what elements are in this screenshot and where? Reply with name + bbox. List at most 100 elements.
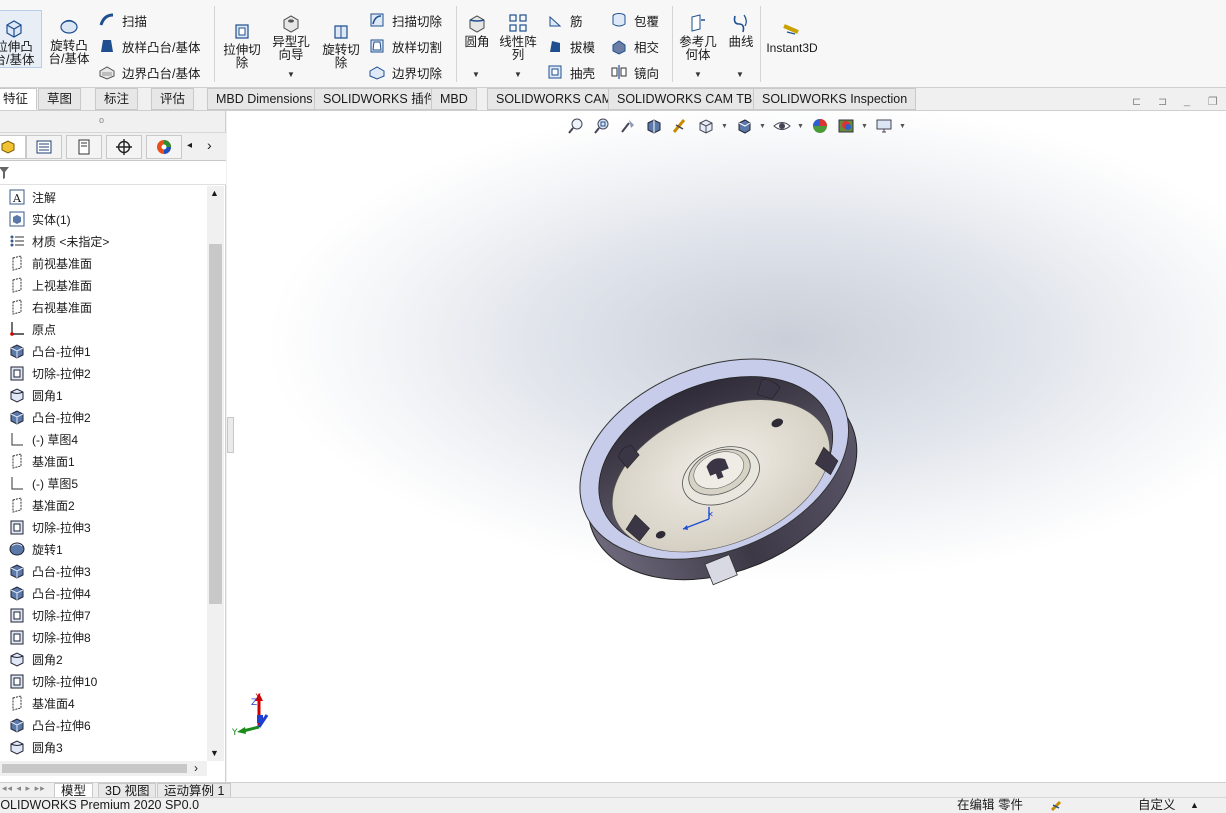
zoom-to-area-button[interactable] <box>591 116 613 136</box>
tree-item[interactable]: 圆角3 <box>8 737 63 757</box>
swept-cut-button[interactable]: 扫描切除 <box>368 10 442 30</box>
filter-icon[interactable] <box>0 166 10 180</box>
wrap-button[interactable]: 包覆 <box>610 10 659 30</box>
scroll-down-icon[interactable]: ▼ <box>210 748 219 758</box>
tree-item[interactable]: 凸台-拉伸1 <box>8 341 91 361</box>
edit-appearance-button[interactable] <box>809 116 831 136</box>
panel-collapse-handle[interactable] <box>227 417 234 453</box>
feature-tree-vertical-scrollbar[interactable]: ▲ ▼ <box>207 186 224 761</box>
rib-button[interactable]: 筋 <box>546 10 583 30</box>
previous-view-button[interactable] <box>617 116 639 136</box>
tab-solidworks-cam-tbm[interactable]: SOLIDWORKS CAM TBM <box>608 88 772 110</box>
tabs-scroll-right-icon[interactable]: › <box>207 137 212 153</box>
tab-evaluate[interactable]: 评估 <box>151 88 195 110</box>
tab-3d-views[interactable]: 3D 视图 <box>98 783 157 798</box>
tree-item[interactable]: 基准面1 <box>8 451 75 471</box>
horizontal-scroll-thumb[interactable] <box>2 764 187 773</box>
tab-solidworks-cam[interactable]: SOLIDWORKS CAM <box>487 88 621 110</box>
curves-dropdown-icon[interactable]: ▼ <box>736 70 744 79</box>
hole-wizard-dropdown-icon[interactable]: ▼ <box>287 70 295 79</box>
tab-mbd-dimensions[interactable]: MBD Dimensions <box>207 88 322 110</box>
configuration-manager-tab[interactable] <box>66 135 102 159</box>
tree-item[interactable]: (-) 草图4 <box>8 429 78 449</box>
tabs-scroll-left-icon[interactable]: ◂ <box>187 140 192 151</box>
tile-left-icon[interactable]: ⊏ <box>1132 95 1141 108</box>
view-orientation-dropdown-icon[interactable]: ▼ <box>721 123 729 130</box>
reference-geometry-button[interactable]: 参考几 何体 <box>676 12 720 62</box>
tree-item[interactable]: 圆角1 <box>8 385 63 405</box>
tree-item[interactable]: 基准面4 <box>8 693 75 713</box>
tree-item[interactable]: (-) 草图5 <box>8 473 78 493</box>
tab-solidworks-addins[interactable]: SOLIDWORKS 插件 <box>314 88 446 110</box>
tree-item[interactable]: 基准面2 <box>8 495 75 515</box>
linear-pattern-button[interactable]: 线性阵 列 <box>496 12 540 62</box>
intersect-button[interactable]: 相交 <box>610 36 659 56</box>
revolve-cut-button[interactable]: 旋转切 除 <box>318 20 364 70</box>
scroll-right-icon[interactable]: › <box>194 761 198 775</box>
tab-sketch[interactable]: 草图 <box>38 88 82 110</box>
tab-navigation-icon[interactable]: ◂◂ ◂ ▸ ▸▸ <box>2 783 46 794</box>
tree-item[interactable]: 材质 <未指定> <box>8 231 109 251</box>
restore-icon[interactable]: ❐ <box>1208 95 1218 108</box>
zoom-to-fit-button[interactable] <box>565 116 587 136</box>
fillet-dropdown-icon[interactable]: ▼ <box>472 70 480 79</box>
lofted-cut-button[interactable]: 放样切割 <box>368 36 442 56</box>
apply-scene-dropdown-icon[interactable]: ▼ <box>861 123 869 130</box>
tree-item[interactable]: 凸台-拉伸4 <box>8 583 91 603</box>
sweep-button[interactable]: 扫描 <box>98 10 147 30</box>
part-model[interactable]: ✕ <box>567 331 867 591</box>
tree-item[interactable]: 凸台-拉伸2 <box>8 407 91 427</box>
view-settings-button[interactable] <box>873 116 895 136</box>
extrude-boss-button[interactable]: 拉伸凸 台/基体 <box>0 10 42 68</box>
display-manager-tab[interactable] <box>146 135 182 159</box>
tab-features[interactable]: 特征 <box>0 88 38 110</box>
hide-show-dropdown-icon[interactable]: ▼ <box>797 123 805 130</box>
minimize-icon[interactable]: _ <box>1184 95 1190 107</box>
tree-item[interactable]: 切除-拉伸8 <box>8 627 91 647</box>
hole-wizard-button[interactable]: 异型孔 向导 <box>268 12 314 62</box>
tab-mbd[interactable]: MBD <box>431 88 477 110</box>
fillet-button[interactable]: 圆角 <box>460 12 494 49</box>
reference-geometry-dropdown-icon[interactable]: ▼ <box>694 70 702 79</box>
tree-item[interactable]: 凸台-拉伸3 <box>8 561 91 581</box>
tree-item[interactable]: 切除-拉伸7 <box>8 605 91 625</box>
tree-item[interactable]: 原点 <box>8 319 56 339</box>
tree-item[interactable]: 凸台-拉伸6 <box>8 715 91 735</box>
vertical-scroll-thumb[interactable] <box>209 244 222 604</box>
tree-item[interactable]: 圆角2 <box>8 649 63 669</box>
dynamic-annotation-button[interactable] <box>669 116 691 136</box>
tile-right-icon[interactable]: ⊐ <box>1158 95 1167 108</box>
mirror-button[interactable]: 镜向 <box>610 62 659 82</box>
display-style-dropdown-icon[interactable]: ▼ <box>759 123 767 130</box>
curves-button[interactable]: 曲线 <box>724 12 758 49</box>
graphics-area[interactable]: ▼ ▼ ▼ ▼ ▼ ✕ X Y Z <box>227 111 1226 782</box>
display-style-button[interactable] <box>733 116 755 136</box>
tab-model[interactable]: 模型 <box>54 783 94 798</box>
tab-markup[interactable]: 标注 <box>95 88 139 110</box>
apply-scene-button[interactable] <box>835 116 857 136</box>
linear-pattern-dropdown-icon[interactable]: ▼ <box>514 70 522 79</box>
tab-motion-study-1[interactable]: 运动算例 1 <box>157 783 232 798</box>
tree-item[interactable]: 切除-拉伸10 <box>8 671 97 691</box>
scroll-up-icon[interactable]: ▲ <box>210 188 219 198</box>
view-orientation-button[interactable] <box>695 116 717 136</box>
tree-item[interactable]: 前视基准面 <box>8 253 92 273</box>
draft-button[interactable]: 拔模 <box>546 36 595 56</box>
tree-item[interactable]: 右视基准面 <box>8 297 92 317</box>
tree-filter-row[interactable] <box>0 161 226 185</box>
feature-manager-tab[interactable] <box>0 135 26 159</box>
dimxpert-manager-tab[interactable] <box>106 135 142 159</box>
instant3d-button[interactable]: Instant3D <box>764 18 820 55</box>
hide-show-items-button[interactable] <box>771 116 793 136</box>
tree-item[interactable]: 上视基准面 <box>8 275 92 295</box>
tab-solidworks-inspection[interactable]: SOLIDWORKS Inspection <box>753 88 917 110</box>
boundary-cut-button[interactable]: 边界切除 <box>368 62 442 82</box>
panel-grip-icon[interactable]: o <box>99 115 104 125</box>
unit-system-selector[interactable]: 自定义 <box>1138 798 1176 813</box>
loft-button[interactable]: 放样凸台/基体 <box>98 36 200 56</box>
tree-item[interactable]: A 注解 <box>8 187 56 207</box>
rebuild-icon[interactable] <box>1050 799 1064 812</box>
section-view-button[interactable] <box>643 116 665 136</box>
revolve-boss-button[interactable]: 旋转凸 台/基体 <box>44 16 94 66</box>
tree-item[interactable]: 切除-拉伸2 <box>8 363 91 383</box>
